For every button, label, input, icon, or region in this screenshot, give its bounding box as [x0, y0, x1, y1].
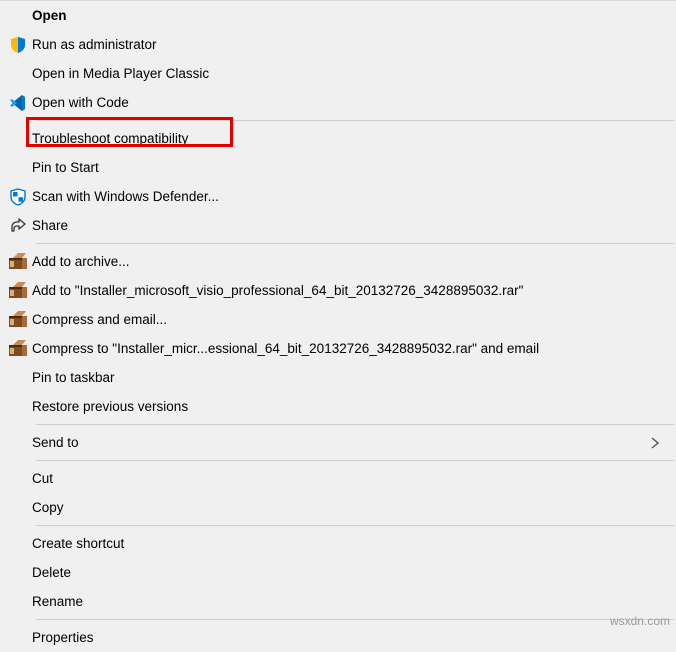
menu-item-troubleshoot-compatibility[interactable]: Troubleshoot compatibility: [0, 124, 676, 153]
separator: [36, 424, 674, 425]
blank-icon: [4, 533, 32, 555]
menu-item-cut[interactable]: Cut: [0, 464, 676, 493]
menu-item-share[interactable]: Share: [0, 211, 676, 240]
blank-icon: [4, 627, 32, 649]
separator: [36, 525, 674, 526]
defender-icon: [4, 186, 32, 208]
blank-icon: [4, 396, 32, 418]
blank-icon: [4, 591, 32, 613]
menu-label: Scan with Windows Defender...: [32, 189, 666, 204]
context-menu: Open Run as administrator Open in Media …: [0, 0, 676, 652]
blank-icon: [4, 432, 32, 454]
menu-item-scan-defender[interactable]: Scan with Windows Defender...: [0, 182, 676, 211]
menu-label: Troubleshoot compatibility: [32, 131, 666, 146]
menu-label: Pin to taskbar: [32, 370, 666, 385]
menu-label: Compress to "Installer_micr...essional_6…: [32, 341, 666, 356]
menu-item-create-shortcut[interactable]: Create shortcut: [0, 529, 676, 558]
watermark: wsxdn.com: [610, 614, 670, 628]
menu-item-open-media-player-classic[interactable]: Open in Media Player Classic: [0, 59, 676, 88]
menu-item-pin-to-taskbar[interactable]: Pin to taskbar: [0, 363, 676, 392]
menu-label: Open with Code: [32, 95, 666, 110]
menu-item-delete[interactable]: Delete: [0, 558, 676, 587]
vscode-icon: [4, 92, 32, 114]
separator: [36, 619, 674, 620]
share-icon: [4, 215, 32, 237]
menu-label: Copy: [32, 500, 666, 515]
menu-label: Send to: [32, 435, 650, 450]
menu-item-add-to-rar[interactable]: Add to "Installer_microsoft_visio_profes…: [0, 276, 676, 305]
menu-item-open-with-code[interactable]: Open with Code: [0, 88, 676, 117]
menu-item-run-as-administrator[interactable]: Run as administrator: [0, 30, 676, 59]
menu-label: Open in Media Player Classic: [32, 66, 666, 81]
menu-item-restore-previous-versions[interactable]: Restore previous versions: [0, 392, 676, 421]
menu-label: Properties: [32, 630, 666, 645]
blank-icon: [4, 367, 32, 389]
menu-label: Pin to Start: [32, 160, 666, 175]
menu-label: Rename: [32, 594, 666, 609]
submenu-arrow-icon: [650, 437, 666, 449]
blank-icon: [4, 63, 32, 85]
menu-item-pin-to-start[interactable]: Pin to Start: [0, 153, 676, 182]
menu-label: Cut: [32, 471, 666, 486]
menu-label: Run as administrator: [32, 37, 666, 52]
menu-label: Compress and email...: [32, 312, 666, 327]
blank-icon: [4, 157, 32, 179]
menu-label: Open: [32, 8, 666, 23]
menu-item-send-to[interactable]: Send to: [0, 428, 676, 457]
menu-item-rename[interactable]: Rename: [0, 587, 676, 616]
winrar-icon: [4, 309, 32, 331]
blank-icon: [4, 497, 32, 519]
menu-label: Create shortcut: [32, 536, 666, 551]
blank-icon: [4, 562, 32, 584]
blank-icon: [4, 468, 32, 490]
menu-item-properties[interactable]: Properties: [0, 623, 676, 652]
menu-item-open[interactable]: Open: [0, 1, 676, 30]
separator: [36, 243, 674, 244]
winrar-icon: [4, 338, 32, 360]
menu-label: Restore previous versions: [32, 399, 666, 414]
blank-icon: [4, 128, 32, 150]
menu-label: Delete: [32, 565, 666, 580]
separator: [36, 120, 674, 121]
menu-item-add-to-archive[interactable]: Add to archive...: [0, 247, 676, 276]
menu-label: Add to "Installer_microsoft_visio_profes…: [32, 283, 666, 298]
winrar-icon: [4, 280, 32, 302]
menu-label: Add to archive...: [32, 254, 666, 269]
blank-icon: [4, 5, 32, 27]
menu-item-compress-to-and-email[interactable]: Compress to "Installer_micr...essional_6…: [0, 334, 676, 363]
menu-item-compress-and-email[interactable]: Compress and email...: [0, 305, 676, 334]
menu-item-copy[interactable]: Copy: [0, 493, 676, 522]
shield-icon: [4, 34, 32, 56]
separator: [36, 460, 674, 461]
menu-label: Share: [32, 218, 666, 233]
winrar-icon: [4, 251, 32, 273]
